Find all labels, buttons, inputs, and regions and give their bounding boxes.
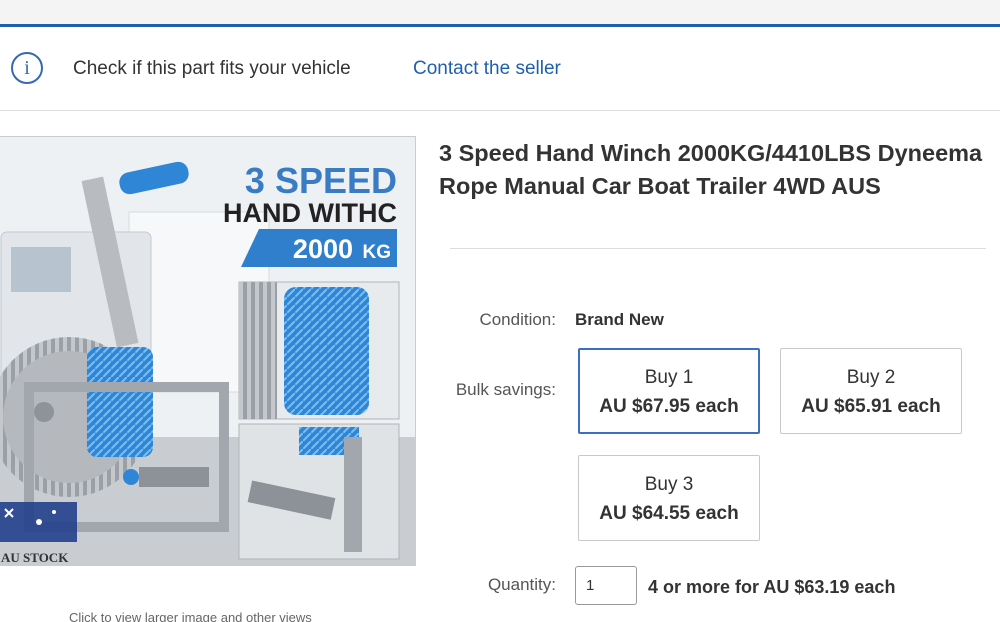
quantity-label: Quantity: [487,575,556,594]
bulk-option-qty: Buy 3 [644,474,694,495]
bulk-option-price: AU $65.91 each [801,396,941,417]
au-stock-label: AU STOCK [1,550,69,565]
capacity-unit: KG [363,242,392,263]
winch-lock-knob [123,469,139,485]
truck-window-shape [11,247,71,292]
bulk-option-qty: Buy 2 [846,367,896,388]
info-icon: i [11,52,43,84]
condition-label: Condition: [479,310,556,329]
winch-spring-shape [139,467,209,487]
product-image[interactable]: 3 SPEED HAND WITHC 2000 KG AU STOCK [0,136,416,566]
inset-frame-bar [344,437,362,552]
fitment-bar: i Check if this part fits your vehicle C… [0,27,1000,111]
winch-bolt [34,402,54,422]
fitment-check-text: Check if this part fits your vehicle [73,58,351,79]
capacity-number: 2000 [293,234,353,264]
bulk-option-qty: Buy 1 [644,367,694,388]
contact-seller-link[interactable]: Contact the seller [413,58,561,80]
image-caption: Click to view larger image and other vie… [69,610,312,622]
bulk-option-buy-3[interactable]: Buy 3 AU $64.55 each [578,455,760,541]
bulk-option-price: AU $67.95 each [599,396,739,417]
quantity-input[interactable] [575,566,637,605]
bulk-option-buy-1[interactable]: Buy 1 AU $67.95 each [578,348,760,434]
inset-rope-drum [284,287,369,415]
browser-top-strip [0,0,1000,25]
product-title: 3 Speed Hand Winch 2000KG/4410LBS Dyneem… [439,140,983,199]
winch-rope-drum [87,347,153,457]
headline-line2: HAND WITHC [223,198,397,228]
quantity-discount-text: 4 or more for AU $63.19 each [648,577,896,597]
flag-star-icon [52,510,56,514]
inset-gear-teeth [239,282,277,419]
title-divider [450,248,986,249]
condition-value: Brand New [575,310,664,329]
bulk-option-buy-2[interactable]: Buy 2 AU $65.91 each [780,348,962,434]
flag-star-icon [36,519,42,525]
headline-line1: 3 SPEED [245,160,397,201]
bulk-option-price: AU $64.55 each [599,503,739,524]
bulk-savings-label: Bulk savings: [455,380,556,399]
